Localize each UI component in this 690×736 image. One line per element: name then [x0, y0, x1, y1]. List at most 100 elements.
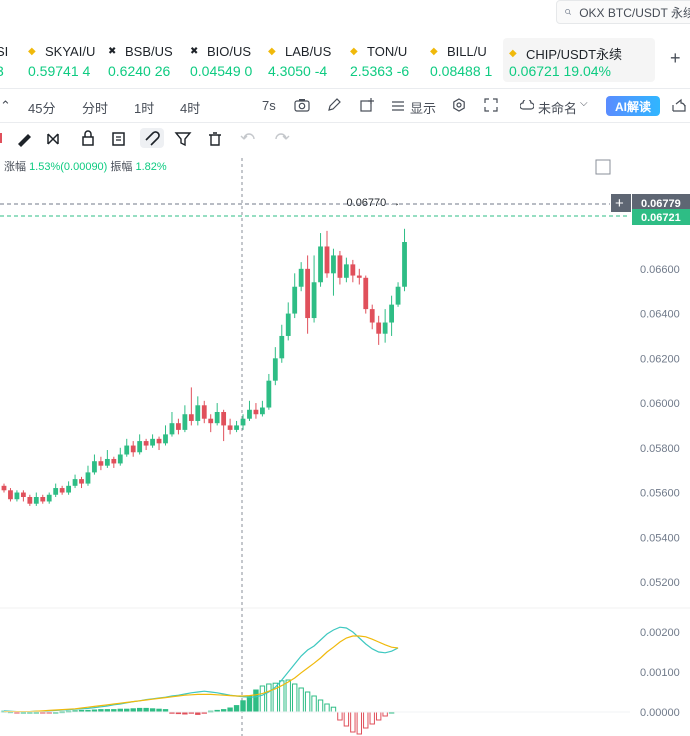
candle-body	[331, 255, 336, 274]
pencil-icon[interactable]	[327, 98, 341, 112]
edit-doc-icon[interactable]	[112, 132, 125, 146]
list-icon	[392, 101, 404, 111]
macd-histogram-bar	[382, 711, 388, 717]
interval-1h[interactable]: 1时	[134, 98, 154, 117]
divider	[0, 88, 690, 89]
candle-body	[214, 412, 220, 424]
ticker-item[interactable]: ✖ BSB/US 0.6240 26	[108, 38, 184, 82]
candle-body	[343, 264, 349, 278]
candle-body	[402, 242, 407, 287]
ticker-item[interactable]: ✖ BIO/US 0.04549 0	[190, 38, 264, 82]
top-bar: OKX BTC/USDT 永续	[0, 0, 690, 34]
drawing-toolbar	[0, 128, 290, 148]
macd-histogram-bar	[240, 700, 246, 713]
camera-icon[interactable]	[294, 98, 310, 112]
search-input[interactable]: OKX BTC/USDT 永续	[556, 0, 690, 24]
ticker-name: ◆ BILL/U	[430, 44, 487, 59]
ticker-symbol: BIO/US	[207, 44, 252, 59]
brush-icon[interactable]	[18, 134, 31, 147]
candle-body	[188, 414, 194, 421]
chevron-left-icon[interactable]: ⌃	[0, 98, 11, 114]
candle-body	[27, 497, 33, 504]
lock-icon[interactable]	[82, 130, 94, 146]
candle-body	[33, 497, 39, 504]
macd-histogram-bar	[136, 707, 143, 713]
toolbar-edge-marker	[0, 133, 2, 143]
candle-body	[92, 461, 97, 473]
ticker-price: 0.04549 0	[190, 63, 253, 79]
macd-histogram-bar	[285, 679, 291, 713]
candle-body	[260, 407, 265, 415]
macd-histogram-bar	[337, 711, 343, 721]
candle-body	[285, 313, 291, 336]
macd-dif-line	[3, 626, 399, 713]
ticker-symbol: SKYAI/U	[45, 44, 96, 59]
ticker-price: 0.6240 26	[108, 63, 171, 79]
price-chart[interactable]: 0.06600 0.06400 0.06200 0.06000 0.05800 0.056…	[0, 150, 690, 736]
candle-body	[292, 286, 298, 314]
coin-icon: ◆	[350, 46, 358, 57]
candle-body	[266, 380, 272, 408]
trash-icon[interactable]	[209, 132, 221, 146]
refresh-seconds[interactable]: 7s	[262, 98, 276, 113]
ticker-item[interactable]: ◆ LAB/US 4.3050 -4	[268, 38, 344, 82]
interval-timeline[interactable]: 分时	[82, 98, 108, 117]
ticker-item[interactable]: ◆ SKYAI/U 0.59741 4	[28, 38, 104, 82]
candle-body	[169, 423, 175, 435]
price-tick-label: 0.05400	[640, 532, 680, 544]
candle-body	[369, 309, 375, 323]
share-icon[interactable]	[672, 98, 686, 112]
candle-body	[53, 488, 59, 495]
candle-body	[14, 492, 20, 500]
pattern-icon[interactable]	[47, 133, 59, 145]
ticker-name: ✖ BIO/US	[190, 44, 251, 59]
candle-body	[337, 255, 343, 278]
divider	[0, 122, 690, 123]
ticker-item[interactable]: ◆ CHIP/USDT永续 0.06721 19.04%	[503, 38, 655, 82]
ticker-name: ◆ SKYAI/U	[28, 44, 95, 59]
interval-45m[interactable]: 45分	[28, 98, 55, 117]
candle-body	[234, 425, 239, 430]
candle-body	[324, 246, 330, 274]
macd-histogram-bar	[304, 691, 311, 713]
candle-body	[156, 438, 162, 444]
ai-analysis-button[interactable]: AI解读	[606, 96, 660, 116]
redo-icon[interactable]	[275, 133, 290, 140]
ticker-price: 0.06721 19.04%	[509, 63, 611, 79]
ticker-item[interactable]: SI 3	[0, 38, 10, 82]
macd-histogram-bar	[324, 703, 330, 713]
macd-histogram-bar	[363, 711, 369, 729]
price-tick-label: 0.06000	[640, 398, 680, 410]
chevron-down-icon[interactable]: ⌵	[580, 98, 588, 109]
add-indicator-icon[interactable]	[360, 98, 374, 112]
ticker-symbol: BILL/U	[447, 44, 487, 59]
fullscreen-icon[interactable]	[484, 98, 498, 112]
candle-body	[350, 264, 356, 276]
ticker-price: 2.5363 -6	[350, 63, 410, 79]
layout-name[interactable]: 未命名	[538, 98, 577, 117]
magnet-icon[interactable]	[140, 128, 164, 148]
ticker-item[interactable]: ◆ BILL/U 0.08488 1	[430, 38, 502, 82]
macd-tick-label: 0.00200	[640, 627, 680, 639]
coin-icon: ◆	[509, 48, 517, 59]
ticker-name: ◆ LAB/US	[268, 44, 331, 59]
ticker-item[interactable]: ◆ TON/U 2.5363 -6	[350, 38, 426, 82]
filter-icon[interactable]	[174, 132, 192, 147]
macd-histogram-bar	[330, 706, 337, 713]
macd-histogram-bar	[350, 711, 356, 733]
candle-body	[382, 322, 388, 334]
macd-histogram-bar	[227, 707, 233, 713]
candle-body	[208, 418, 214, 424]
display-button[interactable]: 显示	[410, 98, 436, 117]
macd-histogram-bar	[375, 711, 382, 721]
add-ticker-icon[interactable]: +	[670, 48, 681, 69]
candle-body	[227, 425, 233, 430]
macd-histogram-bar	[292, 683, 298, 713]
candle-body	[253, 409, 259, 415]
interval-4h[interactable]: 4时	[180, 98, 200, 117]
settings-icon[interactable]	[452, 98, 466, 112]
candle-body	[72, 479, 78, 486]
undo-icon[interactable]	[240, 133, 255, 140]
candle-body	[79, 479, 84, 484]
candle-body	[195, 405, 201, 421]
